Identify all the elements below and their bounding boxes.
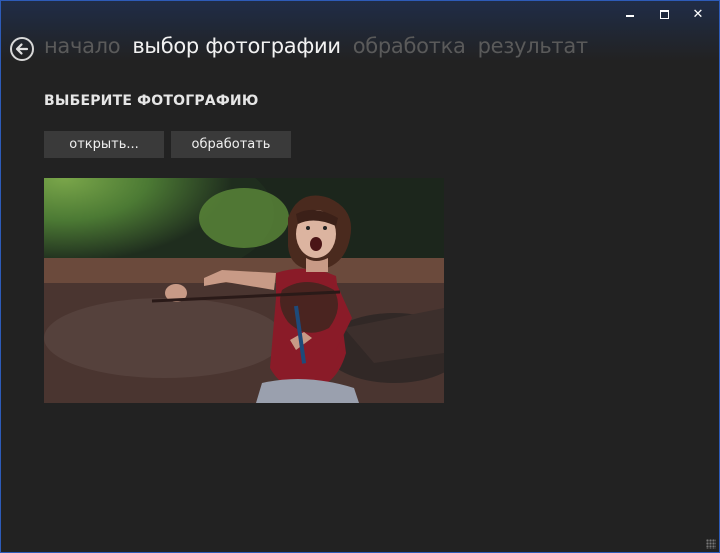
process-button[interactable]: обработать <box>171 131 291 158</box>
step-result[interactable]: результат <box>478 34 589 58</box>
back-arrow-icon <box>15 43 29 55</box>
minimize-icon <box>626 15 634 17</box>
back-button[interactable] <box>10 37 34 61</box>
close-icon: ✕ <box>692 6 704 22</box>
open-button[interactable]: открыть... <box>44 131 164 158</box>
selected-photo <box>44 178 444 403</box>
step-select-photo[interactable]: выбор фотографии <box>132 34 341 58</box>
close-button[interactable]: ✕ <box>681 3 715 25</box>
window-controls: ✕ <box>613 3 715 25</box>
maximize-button[interactable] <box>647 3 681 25</box>
maximize-icon <box>659 9 669 19</box>
step-processing[interactable]: обработка <box>353 34 466 58</box>
wizard-steps: начало выбор фотографии обработка резуль… <box>44 34 600 58</box>
resize-grip[interactable] <box>706 539 716 549</box>
minimize-button[interactable] <box>613 3 647 25</box>
step-start[interactable]: начало <box>44 34 121 58</box>
app-window: ✕ начало выбор фотографии обработка резу… <box>0 0 720 553</box>
section-title: ВЫБЕРИТЕ ФОТОГРАФИЮ <box>44 93 259 109</box>
